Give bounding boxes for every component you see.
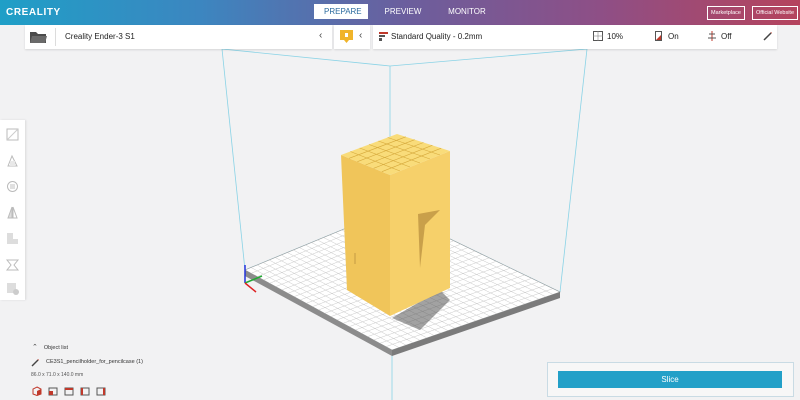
chevron-left-icon[interactable]: ‹ — [319, 30, 322, 41]
support-value[interactable]: On — [668, 32, 679, 41]
view-3d-icon[interactable] — [32, 386, 42, 396]
open-folder-icon[interactable] — [29, 29, 47, 45]
adhesion-icon — [708, 31, 716, 41]
scale-tool-icon[interactable] — [4, 152, 21, 169]
edit-pencil-icon[interactable] — [31, 358, 40, 367]
main-tabs: PREPARE PREVIEW MONITOR — [314, 4, 496, 19]
view-right-icon[interactable] — [96, 386, 106, 396]
edit-pencil-icon[interactable] — [763, 31, 773, 41]
object-name[interactable]: CE3S1_pencilholder_for_pencilcase (1) — [46, 359, 143, 365]
object-list-toggle[interactable]: ⌃ Object list — [32, 343, 68, 351]
slice-button[interactable]: Slice — [558, 371, 782, 388]
creality-logo: CREALITY — [6, 7, 61, 18]
view-front-icon[interactable] — [48, 386, 58, 396]
view-left-icon[interactable] — [80, 386, 90, 396]
slice-panel: Slice — [547, 362, 794, 397]
settings-toolbar-mid: ‹ — [334, 25, 370, 49]
lay-flat-tool-icon[interactable] — [4, 230, 21, 247]
pencil-holder-model[interactable] — [341, 134, 450, 316]
infill-icon — [593, 31, 603, 41]
top-header: CREALITY PREPARE PREVIEW MONITOR Marketp… — [0, 0, 800, 25]
tab-preview[interactable]: PREVIEW — [374, 4, 432, 19]
object-dimensions: 86.0 x 71.0 x 140.0 mm — [31, 372, 84, 378]
mirror-tool-icon[interactable] — [4, 204, 21, 221]
marketplace-button[interactable]: Marketplace — [707, 6, 745, 20]
rotate-tool-icon[interactable] — [4, 178, 21, 195]
chevron-up-icon: ⌃ — [32, 344, 38, 351]
print-settings-icon[interactable] — [340, 30, 353, 43]
left-tool-panel — [0, 120, 25, 300]
printer-toolbar: Creality Ender-3 S1 ‹ — [25, 25, 332, 49]
object-list-title: Object list — [43, 345, 69, 351]
adhesion-value[interactable]: Off — [721, 32, 732, 41]
official-website-button[interactable]: Official Website — [752, 6, 799, 20]
view-buttons — [32, 386, 106, 396]
support-blocker-tool-icon[interactable] — [4, 256, 21, 273]
quality-profile-label[interactable]: Standard Quality - 0.2mm — [391, 32, 482, 41]
tab-monitor[interactable]: MONITOR — [438, 4, 496, 19]
infill-value[interactable]: 10% — [607, 32, 623, 41]
chevron-left-icon[interactable]: ‹ — [359, 30, 362, 41]
support-icon — [655, 31, 662, 41]
quality-toolbar: Standard Quality - 0.2mm 10% On Off — [373, 25, 777, 49]
view-top-icon[interactable] — [64, 386, 74, 396]
tab-prepare[interactable]: PREPARE — [314, 4, 368, 19]
toolbar-divider — [55, 28, 56, 46]
3d-viewport[interactable] — [0, 49, 800, 400]
move-tool-icon[interactable] — [4, 126, 21, 143]
quality-profile-icon — [379, 32, 388, 41]
printer-name[interactable]: Creality Ender-3 S1 — [65, 32, 135, 41]
split-tool-icon[interactable] — [4, 280, 21, 297]
